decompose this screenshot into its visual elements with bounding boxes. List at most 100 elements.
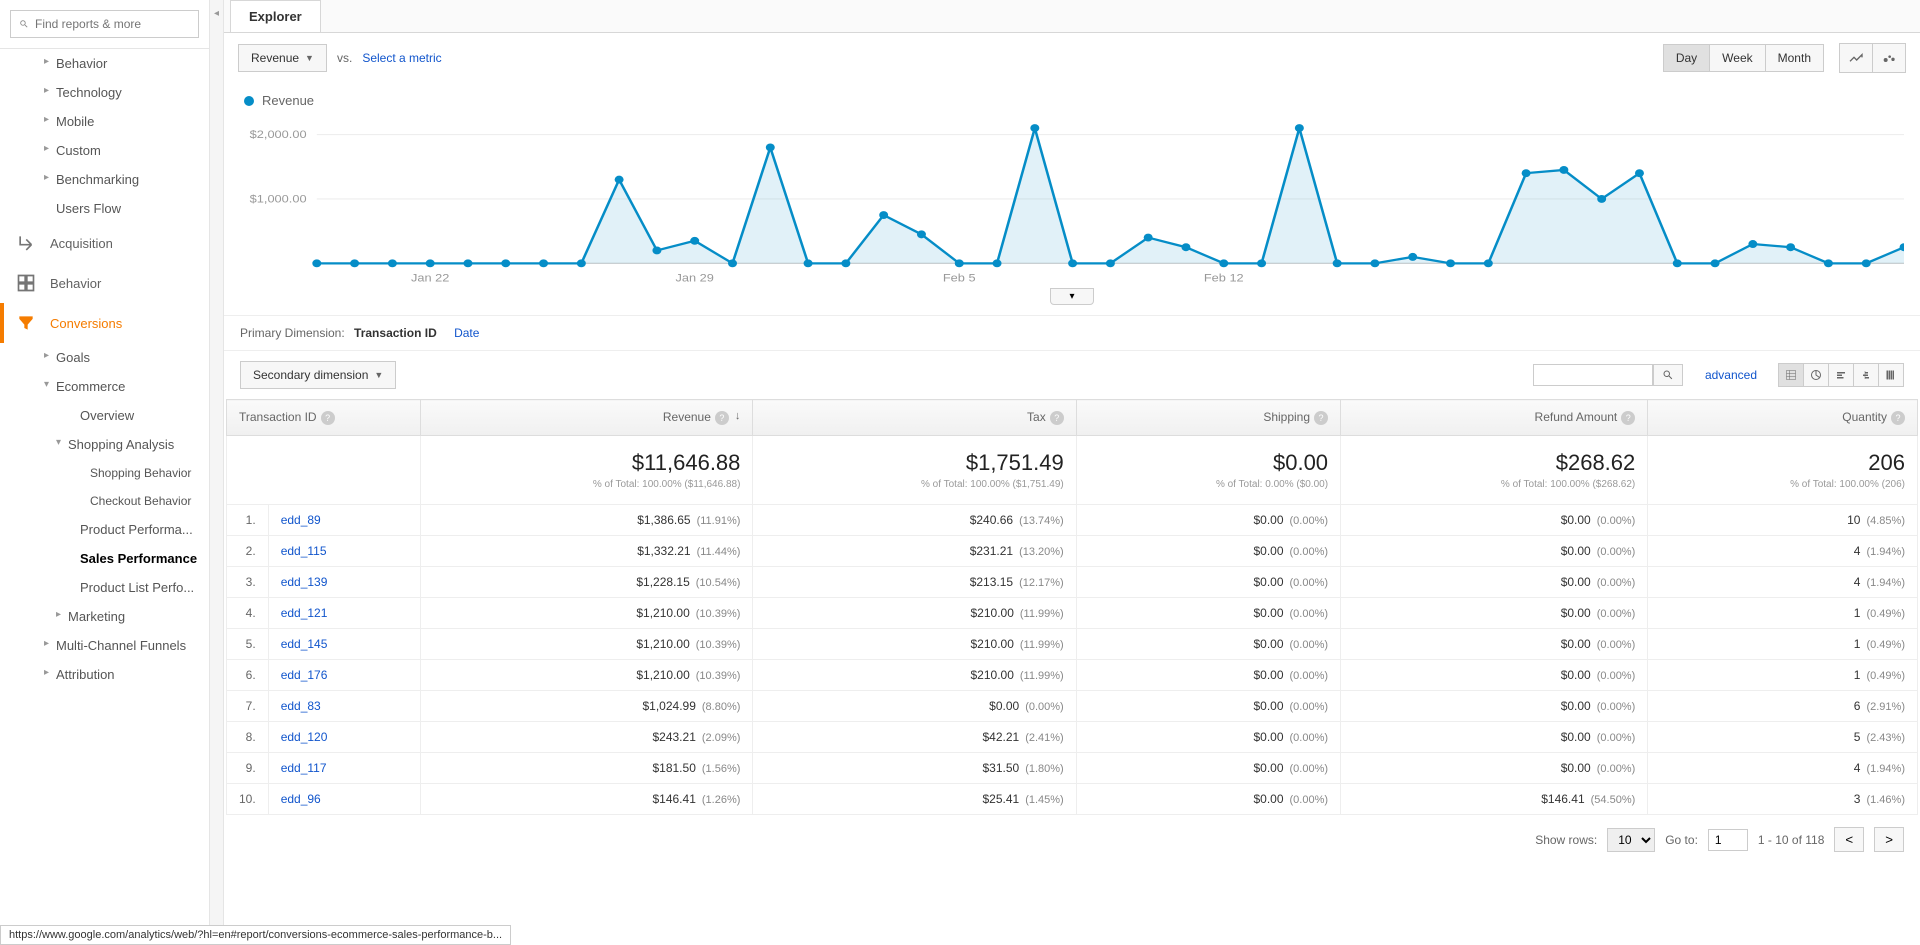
cell-quantity: 1(0.49%) bbox=[1648, 660, 1918, 691]
transaction-id-link[interactable]: edd_121 bbox=[281, 606, 328, 620]
revenue-chart[interactable]: $1,000.00$2,000.00Jan 22Jan 29Feb 5Feb 1… bbox=[240, 116, 1904, 286]
nav-behavior[interactable]: Behavior bbox=[0, 49, 209, 78]
col-revenue[interactable]: Revenue?↓ bbox=[420, 400, 753, 436]
tab-explorer[interactable]: Explorer bbox=[230, 0, 321, 32]
reports-search-input[interactable] bbox=[35, 17, 190, 31]
nav-users-flow[interactable]: Users Flow bbox=[0, 194, 209, 223]
nav-custom[interactable]: Custom bbox=[0, 136, 209, 165]
next-page[interactable]: > bbox=[1874, 827, 1904, 852]
sidebar-collapse[interactable]: ◂ bbox=[210, 0, 224, 945]
row-index: 7. bbox=[227, 691, 269, 722]
cell-revenue: $181.50(1.56%) bbox=[420, 753, 753, 784]
table-row: 4. edd_121 $1,210.00(10.39%) $210.00(11.… bbox=[227, 598, 1918, 629]
cell-refund: $0.00(0.00%) bbox=[1341, 536, 1648, 567]
row-index: 4. bbox=[227, 598, 269, 629]
row-index: 6. bbox=[227, 660, 269, 691]
svg-text:$2,000.00: $2,000.00 bbox=[250, 128, 307, 141]
transaction-id-link[interactable]: edd_96 bbox=[281, 792, 321, 806]
col-shipping[interactable]: Shipping? bbox=[1076, 400, 1340, 436]
goto-input[interactable] bbox=[1708, 829, 1748, 851]
help-icon[interactable]: ? bbox=[1891, 411, 1905, 425]
legend-dot bbox=[244, 96, 254, 106]
prev-page[interactable]: < bbox=[1834, 827, 1864, 852]
pivot-icon bbox=[1885, 368, 1897, 382]
chart-view-line[interactable] bbox=[1839, 43, 1873, 73]
transaction-id-link[interactable]: edd_139 bbox=[281, 575, 328, 589]
pagination: Show rows: 10 Go to: 1 - 10 of 118 < > bbox=[224, 815, 1920, 864]
cell-shipping: $0.00(0.00%) bbox=[1076, 722, 1340, 753]
cell-refund: $0.00(0.00%) bbox=[1341, 567, 1648, 598]
help-icon[interactable]: ? bbox=[1050, 411, 1064, 425]
time-week[interactable]: Week bbox=[1709, 44, 1765, 72]
nav-shopping-analysis[interactable]: Shopping Analysis bbox=[0, 430, 209, 459]
col-transaction-id[interactable]: Transaction ID? bbox=[227, 400, 421, 436]
nav-product-perf[interactable]: Product Performa... bbox=[0, 515, 209, 544]
secondary-dimension-dropdown[interactable]: Secondary dimension ▼ bbox=[240, 361, 396, 389]
chart-collapse-handle[interactable]: ▾ bbox=[1050, 288, 1093, 305]
metric-dropdown[interactable]: Revenue ▼ bbox=[238, 44, 327, 72]
select-metric-link[interactable]: Select a metric bbox=[362, 51, 441, 65]
sort-desc-icon: ↓ bbox=[735, 410, 741, 422]
transaction-id-link[interactable]: edd_117 bbox=[281, 761, 327, 775]
cell-quantity: 1(0.49%) bbox=[1648, 598, 1918, 629]
nav-overview[interactable]: Overview bbox=[0, 401, 209, 430]
transaction-id-link[interactable]: edd_145 bbox=[281, 637, 328, 651]
nav-ecommerce[interactable]: Ecommerce bbox=[0, 372, 209, 401]
nav-goals[interactable]: Goals bbox=[0, 343, 209, 372]
help-icon[interactable]: ? bbox=[1621, 411, 1635, 425]
transaction-id-link[interactable]: edd_176 bbox=[281, 668, 328, 682]
row-index: 1. bbox=[227, 505, 269, 536]
cell-refund: $0.00(0.00%) bbox=[1341, 629, 1648, 660]
chart-view-motion[interactable] bbox=[1872, 43, 1906, 73]
col-tax[interactable]: Tax? bbox=[753, 400, 1076, 436]
cell-revenue: $1,210.00(10.39%) bbox=[420, 629, 753, 660]
nav-checkout-behavior[interactable]: Checkout Behavior bbox=[0, 487, 209, 515]
cell-shipping: $0.00(0.00%) bbox=[1076, 536, 1340, 567]
transaction-id-link[interactable]: edd_89 bbox=[281, 513, 321, 527]
table-row: 7. edd_83 $1,024.99(8.80%) $0.00(0.00%) … bbox=[227, 691, 1918, 722]
nav-technology[interactable]: Technology bbox=[0, 78, 209, 107]
advanced-link[interactable]: advanced bbox=[1705, 368, 1757, 382]
help-icon[interactable]: ? bbox=[1314, 411, 1328, 425]
nav-sales-perf[interactable]: Sales Performance bbox=[0, 544, 209, 573]
table-view-pivot[interactable] bbox=[1878, 363, 1904, 387]
cell-tax: $42.21(2.41%) bbox=[753, 722, 1076, 753]
cell-refund: $0.00(0.00%) bbox=[1341, 691, 1648, 722]
table-view-data[interactable] bbox=[1778, 363, 1804, 387]
col-quantity[interactable]: Quantity? bbox=[1648, 400, 1918, 436]
table-search-input[interactable] bbox=[1533, 364, 1653, 386]
reports-search[interactable] bbox=[10, 10, 199, 38]
time-day[interactable]: Day bbox=[1663, 44, 1710, 72]
cell-refund: $0.00(0.00%) bbox=[1341, 505, 1648, 536]
time-month[interactable]: Month bbox=[1765, 44, 1824, 72]
table-view-bar[interactable] bbox=[1828, 363, 1854, 387]
transaction-id-link[interactable]: edd_120 bbox=[281, 730, 328, 744]
transaction-id-link[interactable]: edd_83 bbox=[281, 699, 321, 713]
cell-quantity: 1(0.49%) bbox=[1648, 629, 1918, 660]
help-icon[interactable]: ? bbox=[715, 411, 729, 425]
cell-refund: $0.00(0.00%) bbox=[1341, 598, 1648, 629]
rows-select[interactable]: 10 bbox=[1607, 828, 1655, 852]
nav-product-list[interactable]: Product List Perfo... bbox=[0, 573, 209, 602]
table-view-pie[interactable] bbox=[1803, 363, 1829, 387]
nav-marketing[interactable]: Marketing bbox=[0, 602, 209, 631]
nav-attribution[interactable]: Attribution bbox=[0, 660, 209, 689]
nav-shopping-behavior[interactable]: Shopping Behavior bbox=[0, 459, 209, 487]
table-view-compare[interactable] bbox=[1853, 363, 1879, 387]
table-row: 3. edd_139 $1,228.15(10.54%) $213.15(12.… bbox=[227, 567, 1918, 598]
nav-benchmarking[interactable]: Benchmarking bbox=[0, 165, 209, 194]
dimension-date[interactable]: Date bbox=[454, 326, 479, 340]
nav-acquisition[interactable]: Acquisition bbox=[0, 223, 209, 263]
nav-behavior-major[interactable]: Behavior bbox=[0, 263, 209, 303]
transaction-id-link[interactable]: edd_115 bbox=[281, 544, 327, 558]
nav-mcf[interactable]: Multi-Channel Funnels bbox=[0, 631, 209, 660]
svg-text:$1,000.00: $1,000.00 bbox=[250, 192, 307, 205]
nav-conversions[interactable]: Conversions bbox=[0, 303, 209, 343]
nav-behavior-label: Behavior bbox=[50, 276, 101, 291]
table-search-button[interactable] bbox=[1653, 364, 1683, 386]
help-icon[interactable]: ? bbox=[321, 411, 335, 425]
nav-mobile[interactable]: Mobile bbox=[0, 107, 209, 136]
col-refund[interactable]: Refund Amount? bbox=[1341, 400, 1648, 436]
cell-revenue: $1,332.21(11.44%) bbox=[420, 536, 753, 567]
primary-dimension[interactable]: Transaction ID bbox=[354, 326, 437, 340]
